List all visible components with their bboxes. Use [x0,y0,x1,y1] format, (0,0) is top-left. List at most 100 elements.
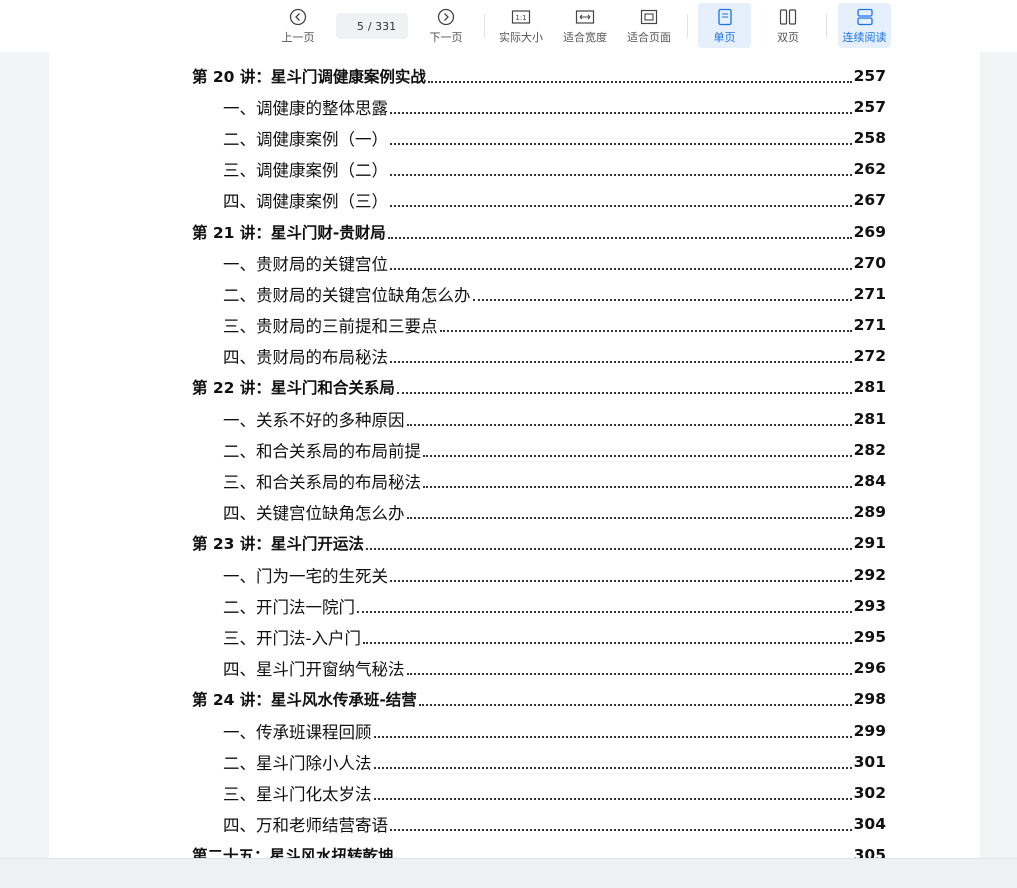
toc-section-entry[interactable]: 一、门为一宅的生死关 292 [192,559,886,590]
double-page-label: 双页 [777,31,799,44]
toc-page-number: 270 [853,253,886,272]
toc-section-entry[interactable]: 一、关系不好的多种原因 281 [192,403,886,434]
toc-entry-title: 二、贵财局的关键宫位缺角怎么办 [223,285,471,305]
toc-dot-leader [472,298,852,301]
toc-section-entry[interactable]: 四、星斗门开窗纳气秘法 296 [192,653,886,684]
toc-entry-title: 第 23 讲：星斗门开运法 [192,535,364,554]
toc-section-entry[interactable]: 一、调健康的整体思露 257 [192,91,886,122]
toc-section-entry[interactable]: 二、贵财局的关键宫位缺角怎么办 271 [192,278,886,309]
toc-dot-leader [387,236,852,239]
viewer-toolbar: 上一页 / 331 下一页 1:1 实际大小 适合宽度 适合页面 单页 [0,0,1017,52]
toc-dot-leader [439,330,852,333]
continuous-read-label: 连续阅读 [842,31,887,44]
toc-dot-leader [390,267,852,270]
toc-dot-leader [406,423,852,426]
toc-section-entry[interactable]: 三、开门法-入户门 295 [192,621,886,652]
prev-page-button[interactable]: 上一页 [270,6,326,48]
toc-dot-leader [390,829,852,832]
toc-chapter-entry[interactable]: 第 23 讲：星斗门开运法 291 [192,528,886,559]
toc-chapter-entry[interactable]: 第 21 讲：星斗门财-贵财局 269 [192,216,886,247]
toc-section-entry[interactable]: 三、贵财局的三前提和三要点 271 [192,310,886,341]
toc-page-number: 271 [853,284,886,303]
toc-page-number: 262 [853,160,886,179]
toc-entry-title: 二、开门法一院门 [223,597,355,617]
toc-page-number: 293 [853,596,886,615]
toc-page-number: 258 [853,128,886,147]
toc-entry-title: 三、贵财局的三前提和三要点 [223,317,438,337]
total-pages: / 331 [367,19,397,33]
toc-dot-leader [365,548,852,551]
toc-dot-leader [390,142,852,145]
toc-section-entry[interactable]: 四、万和老师结营寄语 304 [192,809,886,840]
toc-dot-leader [406,517,852,520]
toc-section-entry[interactable]: 二、开门法一院门 293 [192,590,886,621]
double-page-button[interactable]: 双页 [760,6,816,48]
current-page-input[interactable] [347,19,364,33]
toc-page-number: 302 [853,783,886,802]
toc-dot-leader [418,704,852,707]
toc-dot-leader [373,797,852,800]
toc-entry-title: 三、星斗门化太岁法 [223,784,372,804]
toc-page-number: 267 [853,191,886,210]
toc-section-entry[interactable]: 一、贵财局的关键宫位 270 [192,247,886,278]
prev-page-label: 上一页 [281,31,315,44]
toc-section-entry[interactable]: 一、传承班课程回顾 299 [192,715,886,746]
toc-entry-title: 三、开门法-入户门 [223,628,361,648]
toc-section-entry[interactable]: 三、星斗门化太岁法 302 [192,777,886,808]
single-page-button[interactable]: 单页 [698,3,751,48]
fit-width-button[interactable]: 适合宽度 [557,6,613,48]
fit-page-button[interactable]: 适合页面 [621,6,677,48]
toc-entry-title: 四、星斗门开窗纳气秘法 [223,660,405,680]
toc-page-number: 298 [853,690,886,709]
toolbar-divider [826,14,827,38]
toc-entry-title: 四、贵财局的布局秘法 [223,348,388,368]
continuous-read-button[interactable]: 连续阅读 [838,3,891,48]
toc-dot-leader [357,610,852,613]
toc-entry-title: 四、万和老师结营寄语 [223,816,388,836]
document-page: 第 20 讲：星斗门调健康案例实战 257 一、调健康的整体思露 257 二、调健康案例… [49,52,980,858]
toc-section-entry[interactable]: 二、星斗门除小人法 301 [192,746,886,777]
toc-section-entry[interactable]: 三、和合关系局的布局秘法 284 [192,465,886,496]
single-page-icon [717,6,733,28]
toc-page-number: 281 [853,409,886,428]
toc-chapter-entry[interactable]: 第 24 讲：星斗风水传承班-结营 298 [192,684,886,715]
actual-size-icon: 1:1 [511,6,531,28]
toc-page-number: 257 [853,66,886,85]
toolbar-divider [484,14,485,38]
toc-section-entry[interactable]: 四、调健康案例（三） 267 [192,185,886,216]
toc-page-number: 295 [853,627,886,646]
toc-section-entry[interactable]: 三、调健康案例（二） 262 [192,154,886,185]
toc-section-entry[interactable]: 二、调健康案例（一） 258 [192,122,886,153]
toc-page-number: 284 [853,472,886,491]
toc-section-entry[interactable]: 四、关键宫位缺角怎么办 289 [192,497,886,528]
double-page-icon [779,6,797,28]
toc-entry-title: 四、调健康案例（三） [223,192,388,212]
toc-entry-title: 第 20 讲：星斗门调健康案例实战 [192,67,426,86]
actual-size-button[interactable]: 1:1 实际大小 [493,6,549,48]
next-page-button[interactable]: 下一页 [418,6,474,48]
toc-dot-leader [427,80,852,83]
document-viewer[interactable]: 第 20 讲：星斗门调健康案例实战 257 一、调健康的整体思露 257 二、调健康案例… [0,52,1017,858]
toc-page-number: 301 [853,752,886,771]
toc-page-number: 305 [853,846,886,858]
svg-text:1:1: 1:1 [515,14,526,22]
toc-chapter-entry[interactable]: 第 20 讲：星斗门调健康案例实战 257 [192,60,886,91]
toc-dot-leader [390,205,852,208]
toc-page-number: 289 [853,503,886,522]
toc-page-number: 304 [853,815,886,834]
toc-chapter-entry[interactable]: 第 22 讲：星斗门和合关系局 281 [192,372,886,403]
toc-section-entry[interactable]: 四、贵财局的布局秘法 272 [192,341,886,372]
toc-section-entry[interactable]: 二、和合关系局的布局前提 282 [192,434,886,465]
toc-entry-title: 第 24 讲：星斗风水传承班-结营 [192,691,417,710]
toc-page-number: 296 [853,659,886,678]
toolbar-divider [687,14,688,38]
toc-entry-title: 二、和合关系局的布局前提 [223,441,421,461]
fit-width-label: 适合宽度 [563,31,607,44]
toc-entry-title: 一、传承班课程回顾 [223,722,372,742]
toc-page-number: 291 [853,534,886,553]
toc-page-number: 282 [853,440,886,459]
toc-chapter-entry[interactable]: 第二十五：星斗风水扭转乾坤 305 [192,840,886,858]
actual-size-label: 实际大小 [499,31,543,44]
fit-page-icon [639,6,659,28]
toc-page-number: 269 [853,222,886,241]
